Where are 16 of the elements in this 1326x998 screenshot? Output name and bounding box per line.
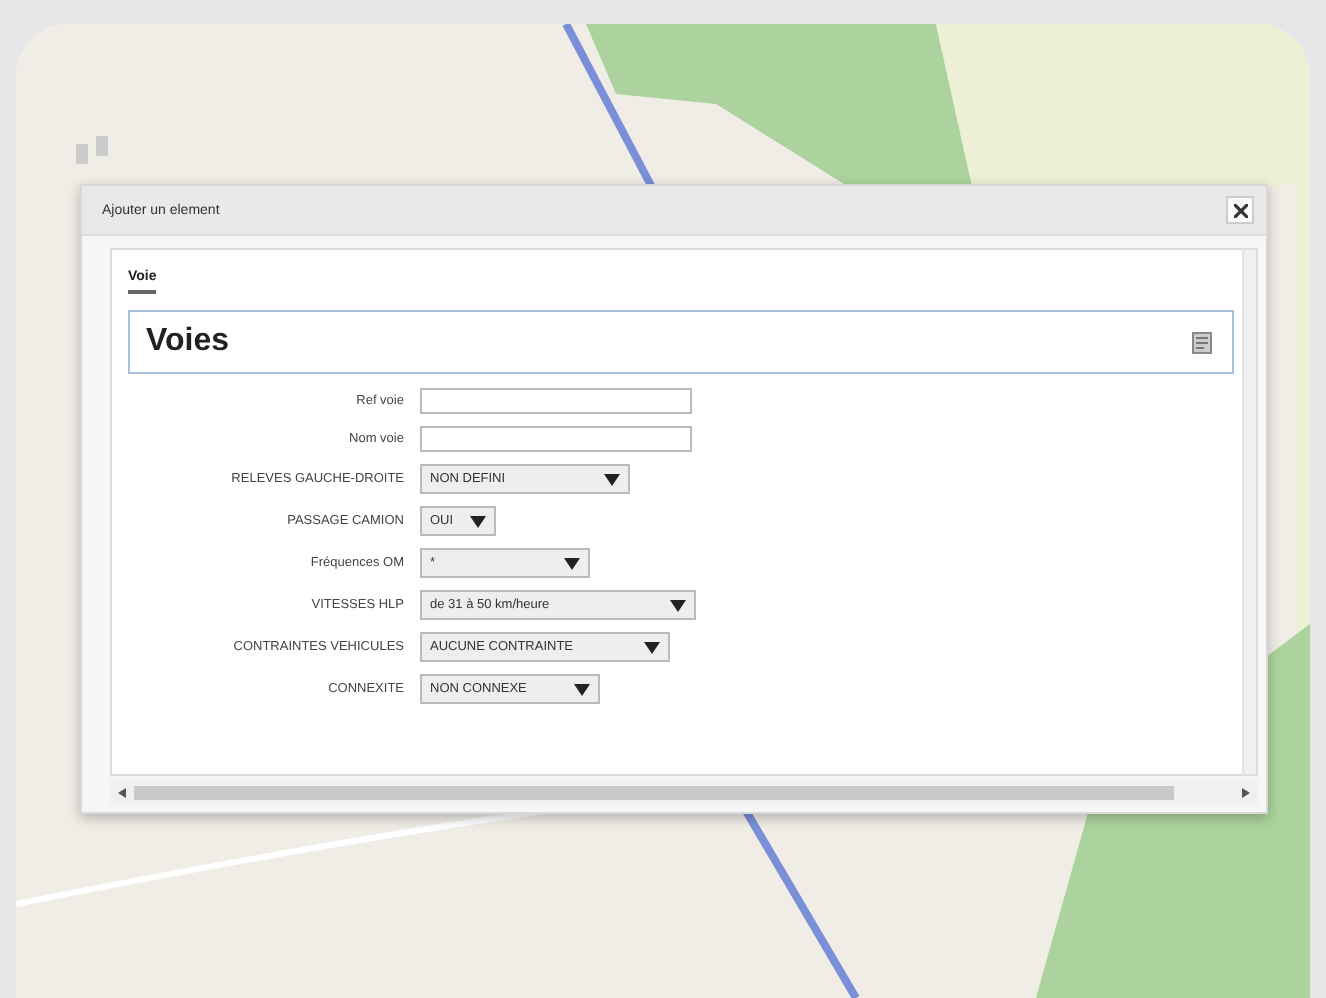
caret-icon	[564, 557, 580, 569]
caret-icon	[470, 515, 486, 527]
horizontal-scrollbar[interactable]	[110, 780, 1258, 804]
right-arrow-icon[interactable]	[1242, 787, 1250, 797]
caret-icon	[644, 641, 660, 653]
close-button[interactable]	[1226, 196, 1254, 224]
section-title: Voies	[146, 324, 229, 360]
caret-icon	[604, 473, 620, 485]
document-icon	[1192, 331, 1212, 353]
text-field[interactable]	[420, 388, 692, 414]
left-arrow-icon[interactable]	[118, 787, 126, 797]
vertical-scrollbar[interactable]	[1242, 250, 1256, 774]
caret-icon	[670, 599, 686, 611]
caret-icon	[574, 683, 590, 695]
close-icon	[1233, 203, 1247, 217]
text-field[interactable]	[420, 426, 692, 452]
